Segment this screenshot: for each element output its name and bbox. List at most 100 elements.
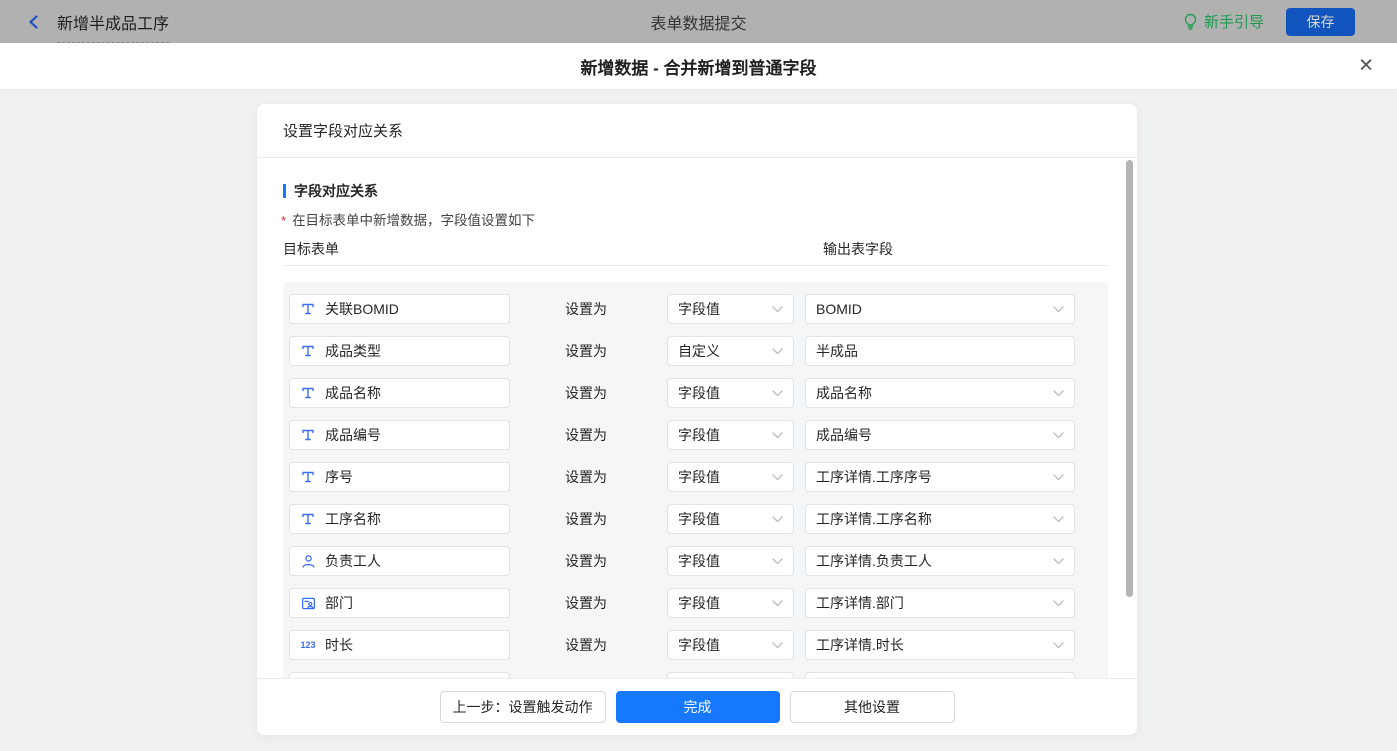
text-field-icon (300, 428, 316, 442)
value-mode-select[interactable]: 字段值 (667, 504, 794, 534)
modal-header: 新增数据 - 合并新增到普通字段 ✕ (0, 43, 1397, 90)
value-mode-select[interactable]: 字段值 (667, 588, 794, 618)
target-field-box[interactable]: 部门 (289, 588, 510, 618)
mapping-row: 序号 设置为 字段值 工序详情.工序序号 (283, 462, 1108, 504)
section-title-label: 字段对应关系 (294, 183, 378, 199)
target-field-label: 成品名称 (325, 385, 381, 401)
chevron-down-icon (772, 557, 783, 564)
back-button[interactable] (25, 13, 43, 31)
set-as-label: 设置为 (565, 343, 607, 359)
output-field-select[interactable]: 工序详情.工序序号 (805, 462, 1075, 492)
mapping-row: 负责工人 设置为 字段值 工序详情.负责工人 (283, 546, 1108, 588)
output-field-select[interactable]: 工序详情.负责工人 (805, 546, 1075, 576)
member-icon (300, 554, 316, 569)
save-button[interactable]: 保存 (1286, 7, 1355, 36)
card-content: 字段对应关系 * 在目标表单中新增数据，字段值设置如下 目标表单 输出表字段 关联… (257, 158, 1137, 678)
chevron-down-icon (772, 641, 783, 648)
target-field-box[interactable]: 成品编号 (289, 420, 510, 450)
target-field-label: 序号 (325, 469, 353, 485)
output-field-selected: 工序详情.部门 (816, 595, 904, 611)
target-field-label: 工序名称 (325, 511, 381, 527)
other-settings-button[interactable]: 其他设置 (789, 691, 955, 723)
scrollbar-thumb[interactable] (1126, 160, 1133, 597)
screen: 新增半成品工序 表单数据提交 新手引导 保存 新增数据 - 合并新增到普通字段 … (0, 0, 1397, 751)
target-field-label: 时长 (325, 637, 353, 653)
target-field-label: 负责工人 (325, 553, 381, 569)
beginner-guide-link[interactable]: 新手引导 (1183, 11, 1264, 32)
output-field-selected: 工序详情.负责工人 (816, 553, 932, 569)
column-header-target-form: 目标表单 (283, 241, 339, 257)
section-accent-bar (283, 184, 286, 198)
close-icon[interactable]: ✕ (1358, 57, 1374, 76)
value-mode-selected: 字段值 (678, 595, 720, 611)
target-field-box[interactable]: 负责工人 (289, 546, 510, 576)
set-as-label: 设置为 (565, 637, 607, 653)
value-mode-selected: 字段值 (678, 427, 720, 443)
chevron-down-icon (1053, 473, 1064, 480)
mapping-row: 成品编号 设置为 字段值 成品编号 (283, 420, 1108, 462)
value-mode-select[interactable]: 字段值 (667, 378, 794, 408)
chevron-down-icon (1053, 641, 1064, 648)
text-field-icon (300, 302, 316, 316)
target-field-box[interactable]: 成品名称 (289, 378, 510, 408)
department-icon (300, 596, 316, 611)
custom-value-input[interactable]: 半成品 (805, 336, 1075, 366)
modal-body: 设置字段对应关系 字段对应关系 * 在目标表单中新增数据，字段值设置如下 目标表单… (0, 90, 1397, 751)
target-field-box[interactable]: 关联BOMID (289, 294, 510, 324)
column-header-output-field: 输出表字段 (823, 241, 893, 257)
value-mode-select[interactable]: 字段值 (667, 462, 794, 492)
set-as-label: 设置为 (565, 553, 607, 569)
target-field-box[interactable]: 工序名称 (289, 504, 510, 534)
text-field-icon (300, 470, 316, 484)
text-field-icon (300, 344, 316, 358)
workflow-title[interactable]: 新增半成品工序 (57, 10, 170, 43)
chevron-down-icon (1053, 305, 1064, 312)
value-mode-select[interactable]: 自定义 (667, 336, 794, 366)
section-description: * 在目标表单中新增数据，字段值设置如下 (281, 209, 535, 229)
output-field-selected: 工序详情.工序名称 (816, 511, 932, 527)
value-mode-select[interactable]: 字段值 (667, 294, 794, 324)
target-field-label: 部门 (325, 595, 353, 611)
set-as-label: 设置为 (565, 595, 607, 611)
output-field-selected: 工序详情.时长 (816, 637, 904, 653)
done-button[interactable]: 完成 (615, 691, 780, 723)
chevron-down-icon (772, 389, 783, 396)
value-mode-select[interactable]: 字段值 (667, 420, 794, 450)
target-field-label: 关联BOMID (325, 301, 399, 317)
target-field-box[interactable]: 序号 (289, 462, 510, 492)
chevron-left-icon (29, 14, 38, 29)
chevron-down-icon (772, 599, 783, 606)
mapping-row: 成品类型 设置为 自定义 半成品 (283, 336, 1108, 378)
chevron-down-icon (772, 473, 783, 480)
output-field-select[interactable]: 工序详情.时长 (805, 630, 1075, 660)
value-mode-select[interactable]: 字段值 (667, 546, 794, 576)
custom-value-text: 半成品 (816, 343, 858, 359)
output-field-selected: 工序详情.工序序号 (816, 469, 932, 485)
output-field-selected: 成品编号 (816, 427, 872, 443)
set-as-label: 设置为 (565, 427, 607, 443)
app-top-bar: 新增半成品工序 表单数据提交 新手引导 保存 (0, 0, 1397, 43)
value-mode-selected: 字段值 (678, 553, 720, 569)
text-field-icon (300, 386, 316, 400)
output-field-select[interactable]: 工序详情.工序名称 (805, 504, 1075, 534)
section-title: 字段对应关系 (283, 181, 378, 201)
target-field-box[interactable]: 123 时长 (289, 630, 510, 660)
value-mode-selected: 字段值 (678, 385, 720, 401)
value-mode-selected: 字段值 (678, 637, 720, 653)
value-mode-selected: 自定义 (678, 343, 720, 359)
value-mode-select[interactable]: 字段值 (667, 630, 794, 660)
set-as-label: 设置为 (565, 385, 607, 401)
output-field-select[interactable]: 成品名称 (805, 378, 1075, 408)
output-field-select[interactable]: 成品编号 (805, 420, 1075, 450)
text-field-icon (300, 512, 316, 526)
value-mode-selected: 字段值 (678, 469, 720, 485)
chevron-down-icon (772, 431, 783, 438)
header-divider (283, 265, 1108, 266)
description-text: 在目标表单中新增数据，字段值设置如下 (292, 213, 536, 228)
output-field-select[interactable]: 工序详情.部门 (805, 588, 1075, 618)
chevron-down-icon (1053, 431, 1064, 438)
previous-step-button[interactable]: 上一步：设置触发动作 (439, 691, 606, 723)
target-field-label: 成品类型 (325, 343, 381, 359)
output-field-select[interactable]: BOMID (805, 294, 1075, 324)
target-field-box[interactable]: 成品类型 (289, 336, 510, 366)
